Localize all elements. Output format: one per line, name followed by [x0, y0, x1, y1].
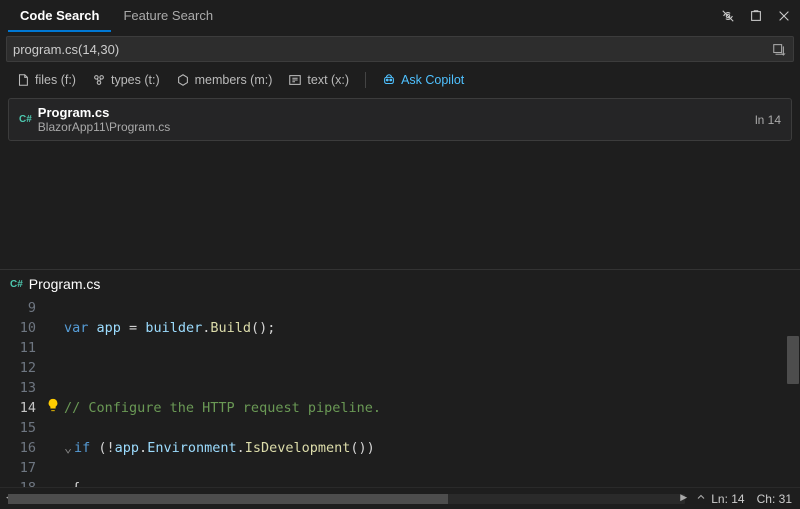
filter-bar: files (f:) types (t:) members (m:) text …	[0, 66, 800, 94]
editor-filename: Program.cs	[29, 276, 101, 292]
horizontal-scrollbar[interactable]: ◀ ▶	[8, 494, 685, 504]
result-text: Program.cs BlazorApp11\Program.cs	[38, 105, 755, 134]
eye-off-icon[interactable]	[720, 8, 736, 24]
lightbulb-icon[interactable]	[46, 398, 60, 416]
chevron-up-icon[interactable]	[695, 491, 707, 506]
status-bar: ◀ ▶ Ln: 14 Ch: 31	[0, 487, 800, 509]
filter-separator	[365, 72, 366, 88]
title-bar: Code Search Feature Search	[0, 0, 800, 32]
copilot-icon	[382, 73, 396, 87]
csharp-badge-icon: C#	[19, 114, 32, 125]
result-line: ln 14	[755, 113, 781, 127]
scrollbar-thumb[interactable]	[8, 494, 448, 504]
pin-icon[interactable]	[748, 8, 764, 24]
members-icon	[176, 73, 190, 87]
code-editor[interactable]: 9 10 11 12 13 14 15 16 17 18 19 var app …	[0, 296, 800, 487]
search-result[interactable]: C# Program.cs BlazorApp11\Program.cs ln …	[8, 98, 792, 141]
csharp-badge-icon: C#	[10, 279, 23, 290]
filter-members[interactable]: members (m:)	[176, 73, 273, 87]
status-column[interactable]: Ch: 31	[757, 492, 792, 506]
line-gutter: 9 10 11 12 13 14 15 16 17 18 19	[0, 296, 46, 487]
status-line[interactable]: Ln: 14	[711, 492, 744, 506]
vertical-scrollbar[interactable]	[786, 296, 800, 487]
filter-types[interactable]: types (t:)	[92, 73, 160, 87]
search-dropdown-icon[interactable]	[771, 41, 787, 57]
ask-copilot[interactable]: Ask Copilot	[382, 73, 464, 87]
file-icon	[16, 73, 30, 87]
close-icon[interactable]	[776, 8, 792, 24]
fold-icon[interactable]: ⌄	[64, 438, 74, 458]
editor-tab[interactable]: C# Program.cs	[0, 269, 800, 296]
scrollbar-thumb[interactable]	[787, 336, 799, 384]
filter-files[interactable]: files (f:)	[16, 73, 76, 87]
types-icon	[92, 73, 106, 87]
tab-feature-search[interactable]: Feature Search	[111, 1, 225, 32]
code-content[interactable]: var app = builder.Build(); // Configure …	[64, 296, 800, 487]
text-icon	[288, 73, 302, 87]
search-input-container[interactable]	[6, 36, 794, 62]
result-path: BlazorApp11\Program.cs	[38, 120, 755, 134]
results-empty-area	[0, 149, 800, 269]
scroll-right-icon[interactable]: ▶	[680, 492, 687, 503]
glyph-margin	[46, 296, 64, 487]
filter-text[interactable]: text (x:)	[288, 73, 349, 87]
search-tabs: Code Search Feature Search	[8, 1, 225, 32]
search-input[interactable]	[13, 42, 771, 57]
tab-code-search[interactable]: Code Search	[8, 1, 111, 32]
result-filename: Program.cs	[38, 105, 755, 120]
